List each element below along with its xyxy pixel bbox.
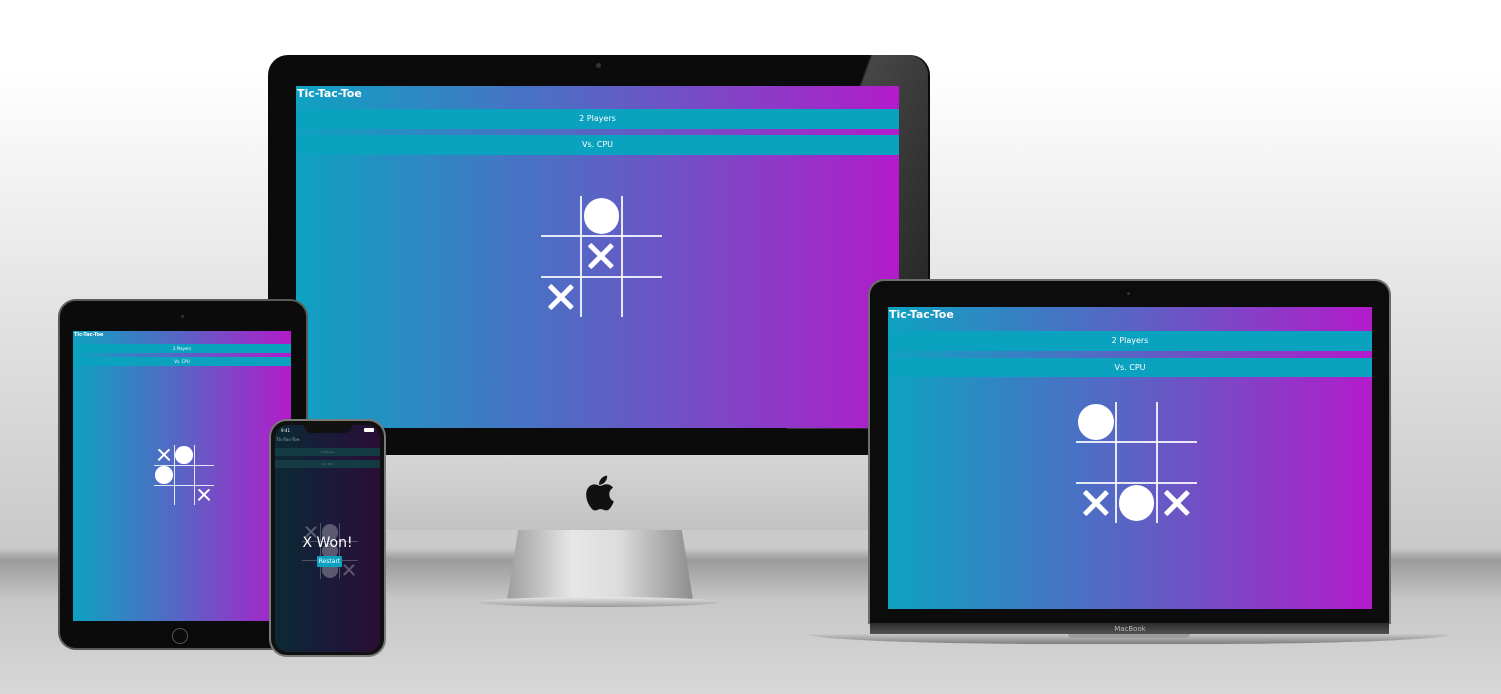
app-title: Tic-Tac-Toe <box>74 332 104 338</box>
restart-button[interactable]: Restart <box>317 556 342 567</box>
board-cell[interactable] <box>154 445 174 465</box>
phone-notch <box>304 425 352 433</box>
vs-cpu-button[interactable]: Vs. CPU <box>296 135 899 155</box>
two-players-button[interactable]: 2 Players <box>296 109 899 129</box>
x-mark-icon <box>1082 489 1109 516</box>
two-players-button[interactable]: 2 Players <box>275 448 380 456</box>
imac-camera <box>596 63 601 68</box>
game-board <box>1076 402 1197 523</box>
board-cell[interactable] <box>541 236 581 276</box>
board-cell[interactable] <box>622 236 662 276</box>
apple-logo-icon <box>586 475 614 511</box>
board-cell[interactable] <box>1076 483 1116 523</box>
two-players-button[interactable]: 2 Players <box>73 344 291 353</box>
phone-status-time: 9:41 <box>281 428 290 433</box>
board-cell[interactable] <box>581 196 621 236</box>
app-title: Tic-Tac-Toe <box>297 87 362 100</box>
board-cell[interactable] <box>1157 483 1197 523</box>
laptop-screen: Tic-Tac-Toe 2 Players Vs. CPU <box>888 307 1372 609</box>
game-board <box>302 523 358 579</box>
laptop-camera <box>1127 292 1130 295</box>
board-cell[interactable] <box>194 485 214 505</box>
board-cell[interactable] <box>541 277 581 317</box>
vs-cpu-button[interactable]: Vs. CPU <box>73 357 291 366</box>
imac-foot <box>478 597 720 607</box>
o-mark-icon <box>155 466 173 484</box>
phone-screen: 9:41 Tic-Tac-Toe 2 Players Vs. CPU X Won… <box>275 425 380 652</box>
board-cell[interactable] <box>622 196 662 236</box>
board-cell[interactable] <box>194 465 214 485</box>
x-mark-icon <box>342 563 355 576</box>
win-message: X Won! <box>302 535 353 551</box>
x-mark-icon <box>1163 489 1190 516</box>
board-cell[interactable] <box>581 277 621 317</box>
board-cell[interactable] <box>1076 442 1116 482</box>
board-cell[interactable] <box>1116 442 1156 482</box>
vs-cpu-button[interactable]: Vs. CPU <box>275 460 380 468</box>
laptop-brand-label: MacBook <box>1114 625 1146 633</box>
tablet-home-button[interactable] <box>172 628 188 644</box>
app-title: Tic-Tac-Toe <box>889 308 954 321</box>
game-board <box>154 445 214 505</box>
board-cell[interactable] <box>1157 442 1197 482</box>
board-cell[interactable] <box>1116 402 1156 442</box>
board-cell[interactable] <box>622 277 662 317</box>
o-mark-icon <box>1118 485 1155 521</box>
x-mark-icon <box>157 448 171 462</box>
board-cell[interactable] <box>154 465 174 485</box>
board-cell[interactable] <box>194 445 214 465</box>
o-mark-icon <box>583 198 620 234</box>
board-cell[interactable] <box>339 560 358 579</box>
game-board <box>541 196 662 317</box>
board-cell[interactable] <box>174 445 194 465</box>
board-cell[interactable] <box>154 485 174 505</box>
board-cell[interactable] <box>581 236 621 276</box>
board-cell[interactable] <box>174 465 194 485</box>
tablet-camera <box>181 315 184 318</box>
imac-screen: Tic-Tac-Toe 2 Players Vs. CPU <box>296 86 899 428</box>
board-cell[interactable] <box>174 485 194 505</box>
board-cell[interactable] <box>1116 483 1156 523</box>
board-cell[interactable] <box>1157 402 1197 442</box>
vs-cpu-button[interactable]: Vs. CPU <box>888 358 1372 377</box>
laptop-notch <box>1068 634 1190 638</box>
o-mark-icon <box>175 446 193 464</box>
tablet-screen: Tic-Tac-Toe 2 Players Vs. CPU <box>73 331 291 621</box>
board-cell[interactable] <box>541 196 581 236</box>
x-mark-icon <box>547 283 574 310</box>
x-mark-icon <box>197 488 211 502</box>
o-mark-icon <box>1078 404 1114 440</box>
battery-icon <box>364 428 374 432</box>
x-mark-icon <box>588 243 615 270</box>
two-players-button[interactable]: 2 Players <box>888 331 1372 351</box>
board-cell[interactable] <box>1076 402 1116 442</box>
imac-stand <box>507 530 693 600</box>
app-title: Tic-Tac-Toe <box>276 437 300 442</box>
